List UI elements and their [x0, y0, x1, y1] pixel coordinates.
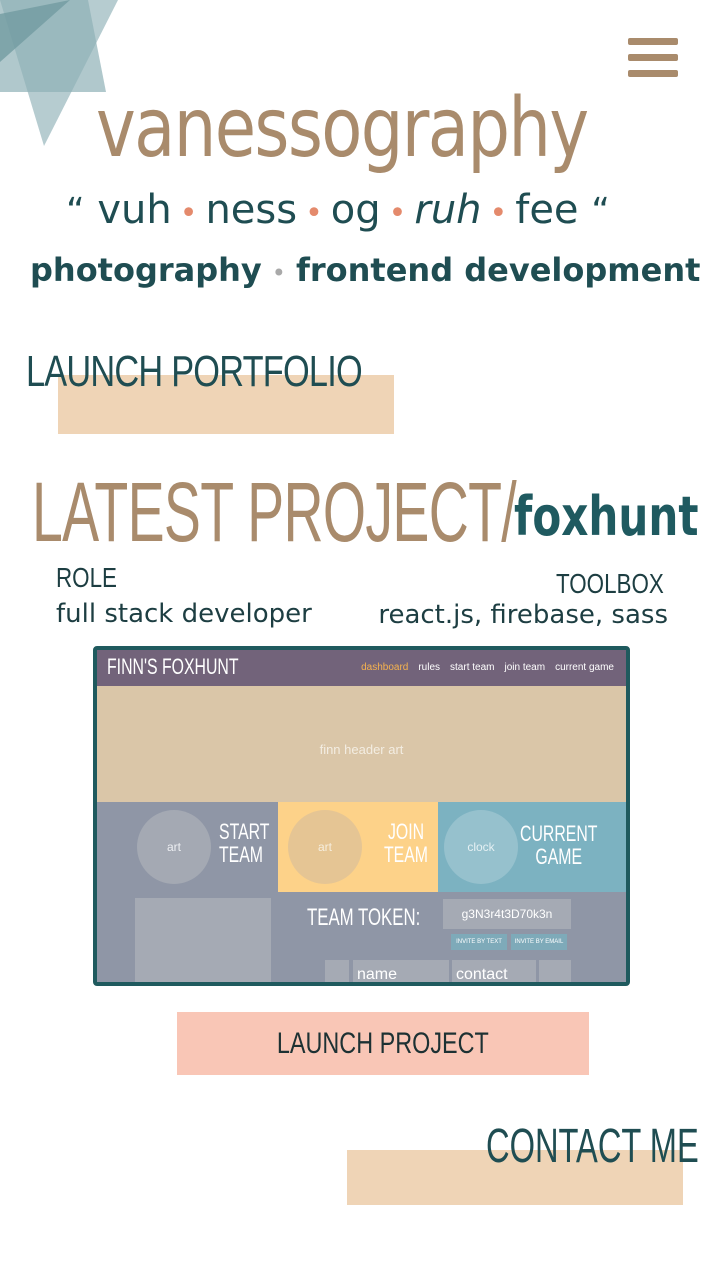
latest-project-heading: LATEST PROJECT/: [32, 465, 517, 559]
preview-token-label: TEAM TOKEN:: [307, 904, 421, 931]
preview-invite-text: INVITE BY TEXT: [451, 934, 507, 950]
brand-logo: vanessography: [96, 81, 589, 176]
art-placeholder: art: [137, 810, 211, 884]
launch-project-button[interactable]: LAUNCH PROJECT: [177, 1012, 589, 1075]
preview-nav-links: dashboard rules start team join team cur…: [361, 662, 614, 673]
preview-nav-join-team: join team: [504, 662, 546, 673]
project-name: foxhunt: [514, 485, 699, 548]
contact-me-button[interactable]: CONTACT ME: [486, 1123, 699, 1171]
menu-icon[interactable]: [628, 38, 678, 80]
preview-token-value: g3N3r4t3D70k3n: [443, 899, 571, 929]
preview-nav-start-team: start team: [450, 662, 495, 673]
toolbox-value: react.js, firebase, sass: [378, 600, 668, 630]
project-preview-image[interactable]: FINN'S FOXHUNT dashboard rules start tea…: [93, 646, 630, 986]
role-value: full stack developer: [56, 599, 312, 629]
preview-nav-current-game: current game: [555, 662, 614, 673]
preview-tile-join-team: art JOIN TEAM: [278, 802, 438, 892]
preview-image-placeholder: [135, 898, 271, 982]
preview-nav-dashboard: dashboard: [361, 662, 409, 673]
preview-navbar: FINN'S FOXHUNT dashboard rules start tea…: [97, 650, 626, 686]
preview-header-art: finn header art: [97, 686, 626, 802]
launch-portfolio-button[interactable]: LAUNCH PORTFOLIO: [26, 350, 363, 394]
preview-table-cell: [325, 960, 349, 982]
preview-tile-start-team: art START TEAM: [97, 802, 278, 892]
pronunciation: “ vuh • ness • og • ruh • fee “: [66, 187, 610, 233]
preview-table-header-contact: contact: [452, 960, 536, 982]
toolbox-label: TOOLBOX: [556, 568, 664, 599]
launch-project-label: LAUNCH PROJECT: [277, 1026, 489, 1060]
preview-table-cell: [539, 960, 571, 982]
clock-placeholder: clock: [444, 810, 518, 884]
tagline: photography • frontend development: [30, 251, 701, 289]
preview-tile-current-game: clock CURRENT GAME: [438, 802, 626, 892]
preview-logo: FINN'S FOXHUNT: [107, 654, 239, 679]
preview-nav-rules: rules: [418, 662, 441, 673]
preview-team-section: TEAM TOKEN: g3N3r4t3D70k3n INVITE BY TEX…: [97, 892, 626, 982]
art-placeholder: art: [288, 810, 362, 884]
preview-invite-email: INVITE BY EMAIL: [511, 934, 567, 950]
role-label: ROLE: [56, 562, 117, 593]
preview-table-header-name: name: [353, 960, 449, 982]
